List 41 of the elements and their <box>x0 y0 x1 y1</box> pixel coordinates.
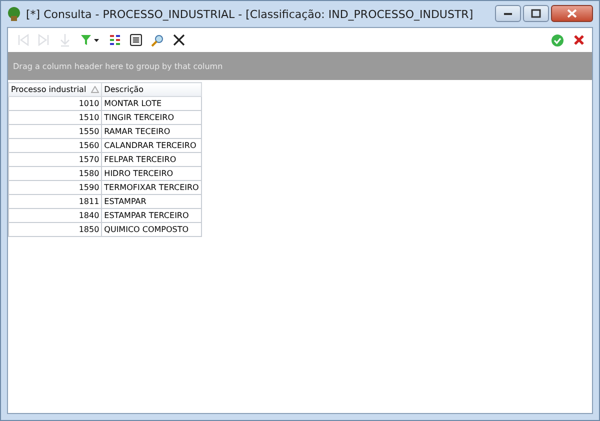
last-record-icon <box>38 34 50 46</box>
check-icon <box>551 34 564 46</box>
table-cell: 1510 <box>8 110 102 124</box>
table-cell: ESTAMPAR TERCEIRO <box>102 208 202 222</box>
table-cell: ESTAMPAR <box>102 194 202 208</box>
minimize-icon <box>503 12 513 16</box>
maximize-button[interactable] <box>523 5 549 22</box>
table-cell: MONTAR LOTE <box>102 96 202 110</box>
table-cell: 1811 <box>8 194 102 208</box>
table-cell: CALANDRAR TERCEIRO <box>102 138 202 152</box>
column-header[interactable]: Processo industrial <box>8 82 102 96</box>
close-icon <box>567 9 577 18</box>
down-arrow-icon <box>59 33 71 47</box>
search-icon <box>151 34 164 46</box>
table-cell: 1550 <box>8 124 102 138</box>
group-panel-hint: Drag a column header here to group by that column <box>13 62 223 70</box>
first-record-icon <box>17 34 29 46</box>
table-cell: 1840 <box>8 208 102 222</box>
close-icon <box>573 34 585 46</box>
table-cell: RAMAR TECEIRO <box>102 124 202 138</box>
columns-icon <box>109 34 121 46</box>
table-cell: FELPAR TERCEIRO <box>102 152 202 166</box>
table-cell: TINGIR TERCEIRO <box>102 110 202 124</box>
table-cell: 1570 <box>8 152 102 166</box>
table-cell: TERMOFIXAR TERCEIRO <box>102 180 202 194</box>
table-cell: 1560 <box>8 138 102 152</box>
column-header[interactable]: Descrição <box>102 82 202 96</box>
form-icon <box>130 34 142 46</box>
filter-icon <box>80 34 100 46</box>
table-cell: HIDRO TERCEIRO <box>102 166 202 180</box>
maximize-icon <box>531 9 541 18</box>
table-cell: 1010 <box>8 96 102 110</box>
app-icon <box>6 6 22 22</box>
close-icon <box>173 34 185 46</box>
close-button[interactable] <box>551 5 593 22</box>
minimize-button[interactable] <box>495 5 521 22</box>
table-cell: 1580 <box>8 166 102 180</box>
table-cell: 1590 <box>8 180 102 194</box>
table-cell: QUIMICO COMPOSTO <box>102 222 202 236</box>
table-cell: 1850 <box>8 222 102 236</box>
window-title: [*] Consulta - PROCESSO_INDUSTRIAL - [Classificação: IND_PROCESSO_INDUSTR] <box>26 8 474 20</box>
